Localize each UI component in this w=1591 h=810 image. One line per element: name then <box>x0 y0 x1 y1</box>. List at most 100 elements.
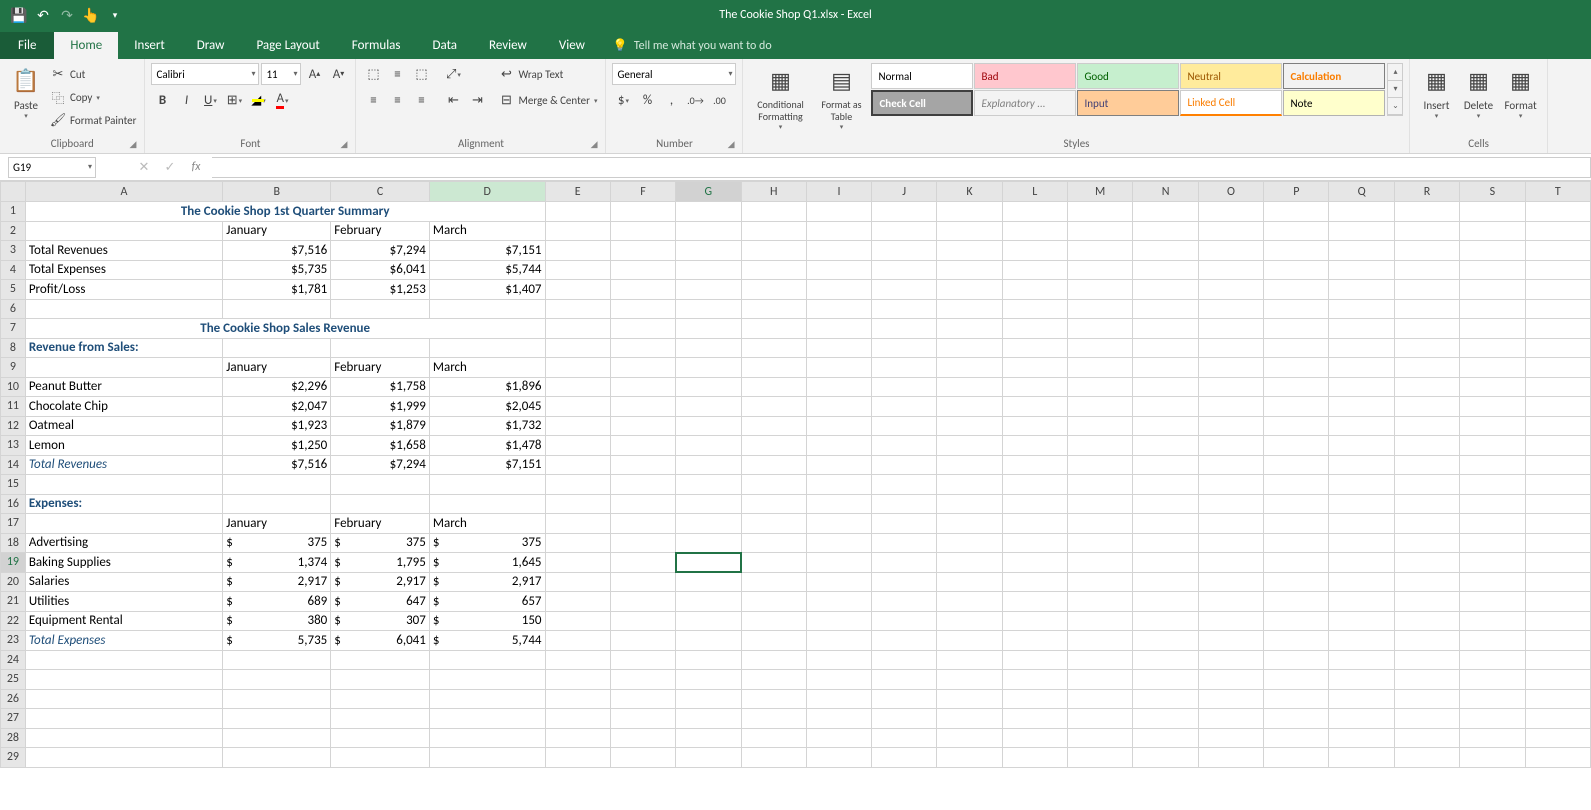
cell[interactable] <box>1133 319 1198 339</box>
cell[interactable] <box>1198 475 1263 495</box>
cell[interactable] <box>937 514 1002 534</box>
cell[interactable] <box>1264 338 1329 358</box>
cell[interactable] <box>1329 338 1394 358</box>
cell[interactable] <box>1329 299 1394 319</box>
row-header[interactable]: 23 <box>1 631 26 651</box>
tab-data[interactable]: Data <box>417 32 474 59</box>
cell[interactable]: $1,923 <box>223 416 331 436</box>
cell[interactable] <box>806 514 871 534</box>
cell[interactable] <box>937 592 1002 612</box>
cell[interactable] <box>610 377 675 397</box>
cell[interactable] <box>545 319 610 339</box>
cell[interactable] <box>1460 416 1525 436</box>
cell[interactable]: $647 <box>331 592 430 612</box>
cell[interactable] <box>1525 416 1591 436</box>
cell[interactable] <box>1002 650 1067 670</box>
cell[interactable]: $1,478 <box>429 436 545 456</box>
cell[interactable] <box>741 377 806 397</box>
cell[interactable] <box>1198 338 1263 358</box>
cell[interactable] <box>610 494 675 514</box>
cell[interactable] <box>610 475 675 495</box>
cell[interactable] <box>676 397 741 417</box>
cell[interactable] <box>676 748 741 768</box>
cell[interactable] <box>610 319 675 339</box>
cell[interactable] <box>676 650 741 670</box>
cell[interactable] <box>1460 475 1525 495</box>
cell[interactable] <box>1329 377 1394 397</box>
cell[interactable]: $7,151 <box>429 241 545 261</box>
cell[interactable] <box>1460 514 1525 534</box>
wrap-text-button[interactable]: ↩Wrap Text <box>496 63 599 85</box>
style-normal[interactable]: Normal <box>871 63 973 89</box>
cell[interactable]: $7,294 <box>331 455 430 475</box>
column-header[interactable]: E <box>545 182 610 202</box>
cut-button[interactable]: ✂Cut <box>48 63 138 85</box>
cell[interactable] <box>1394 748 1459 768</box>
cell[interactable] <box>610 553 675 573</box>
cell[interactable] <box>1198 553 1263 573</box>
cell[interactable] <box>1460 436 1525 456</box>
styles-down-icon[interactable]: ▾ <box>1388 81 1402 98</box>
save-icon[interactable]: 💾 <box>8 4 30 26</box>
cell[interactable] <box>937 338 1002 358</box>
cell[interactable] <box>1329 475 1394 495</box>
cell[interactable]: Total Revenues <box>25 241 222 261</box>
cell[interactable] <box>1067 631 1132 651</box>
cell[interactable] <box>1525 280 1591 300</box>
cell[interactable] <box>1460 358 1525 378</box>
cell[interactable] <box>1525 221 1591 241</box>
cell[interactable] <box>937 319 1002 339</box>
tab-file[interactable]: File <box>0 32 54 59</box>
cell[interactable] <box>676 358 741 378</box>
cell[interactable] <box>1460 299 1525 319</box>
cell[interactable] <box>806 611 871 631</box>
cell[interactable] <box>545 299 610 319</box>
row-header[interactable]: 25 <box>1 670 26 690</box>
cell[interactable] <box>937 572 1002 592</box>
cell[interactable] <box>1133 572 1198 592</box>
cell[interactable] <box>1133 358 1198 378</box>
cell[interactable] <box>676 553 741 573</box>
cell[interactable] <box>1329 728 1394 748</box>
cell[interactable]: $150 <box>429 611 545 631</box>
cell[interactable] <box>1525 611 1591 631</box>
cell[interactable] <box>937 241 1002 261</box>
cell[interactable] <box>545 358 610 378</box>
cell[interactable] <box>806 728 871 748</box>
cell[interactable] <box>1067 572 1132 592</box>
cell[interactable] <box>1394 728 1459 748</box>
cell[interactable]: $2,047 <box>223 397 331 417</box>
cell[interactable] <box>1002 592 1067 612</box>
clipboard-launcher-icon[interactable]: ◢ <box>130 139 137 150</box>
cell[interactable] <box>741 689 806 709</box>
cell[interactable]: Chocolate Chip <box>25 397 222 417</box>
cell[interactable] <box>937 553 1002 573</box>
tab-review[interactable]: Review <box>473 32 543 59</box>
cell[interactable] <box>1002 358 1067 378</box>
cell[interactable] <box>806 202 871 222</box>
cell[interactable] <box>872 475 937 495</box>
cell[interactable] <box>1002 728 1067 748</box>
cell[interactable] <box>1329 748 1394 768</box>
cell[interactable] <box>1067 202 1132 222</box>
cell[interactable] <box>676 416 741 436</box>
row-header[interactable]: 3 <box>1 241 26 261</box>
cell[interactable] <box>610 397 675 417</box>
cell[interactable] <box>1133 494 1198 514</box>
cell[interactable] <box>1198 358 1263 378</box>
cell[interactable] <box>806 397 871 417</box>
cell[interactable] <box>1198 260 1263 280</box>
cell[interactable] <box>1002 221 1067 241</box>
cell[interactable]: The Cookie Shop Sales Revenue <box>25 319 545 339</box>
cell[interactable]: Oatmeal <box>25 416 222 436</box>
cell[interactable] <box>1394 241 1459 261</box>
cell[interactable] <box>1394 455 1459 475</box>
cell[interactable] <box>1460 260 1525 280</box>
row-header[interactable]: 9 <box>1 358 26 378</box>
row-header[interactable]: 13 <box>1 436 26 456</box>
cell[interactable] <box>1198 494 1263 514</box>
cell[interactable] <box>1067 533 1132 553</box>
cell[interactable]: $5,735 <box>223 631 331 651</box>
cell[interactable] <box>806 338 871 358</box>
cell[interactable]: Expenses: <box>25 494 222 514</box>
